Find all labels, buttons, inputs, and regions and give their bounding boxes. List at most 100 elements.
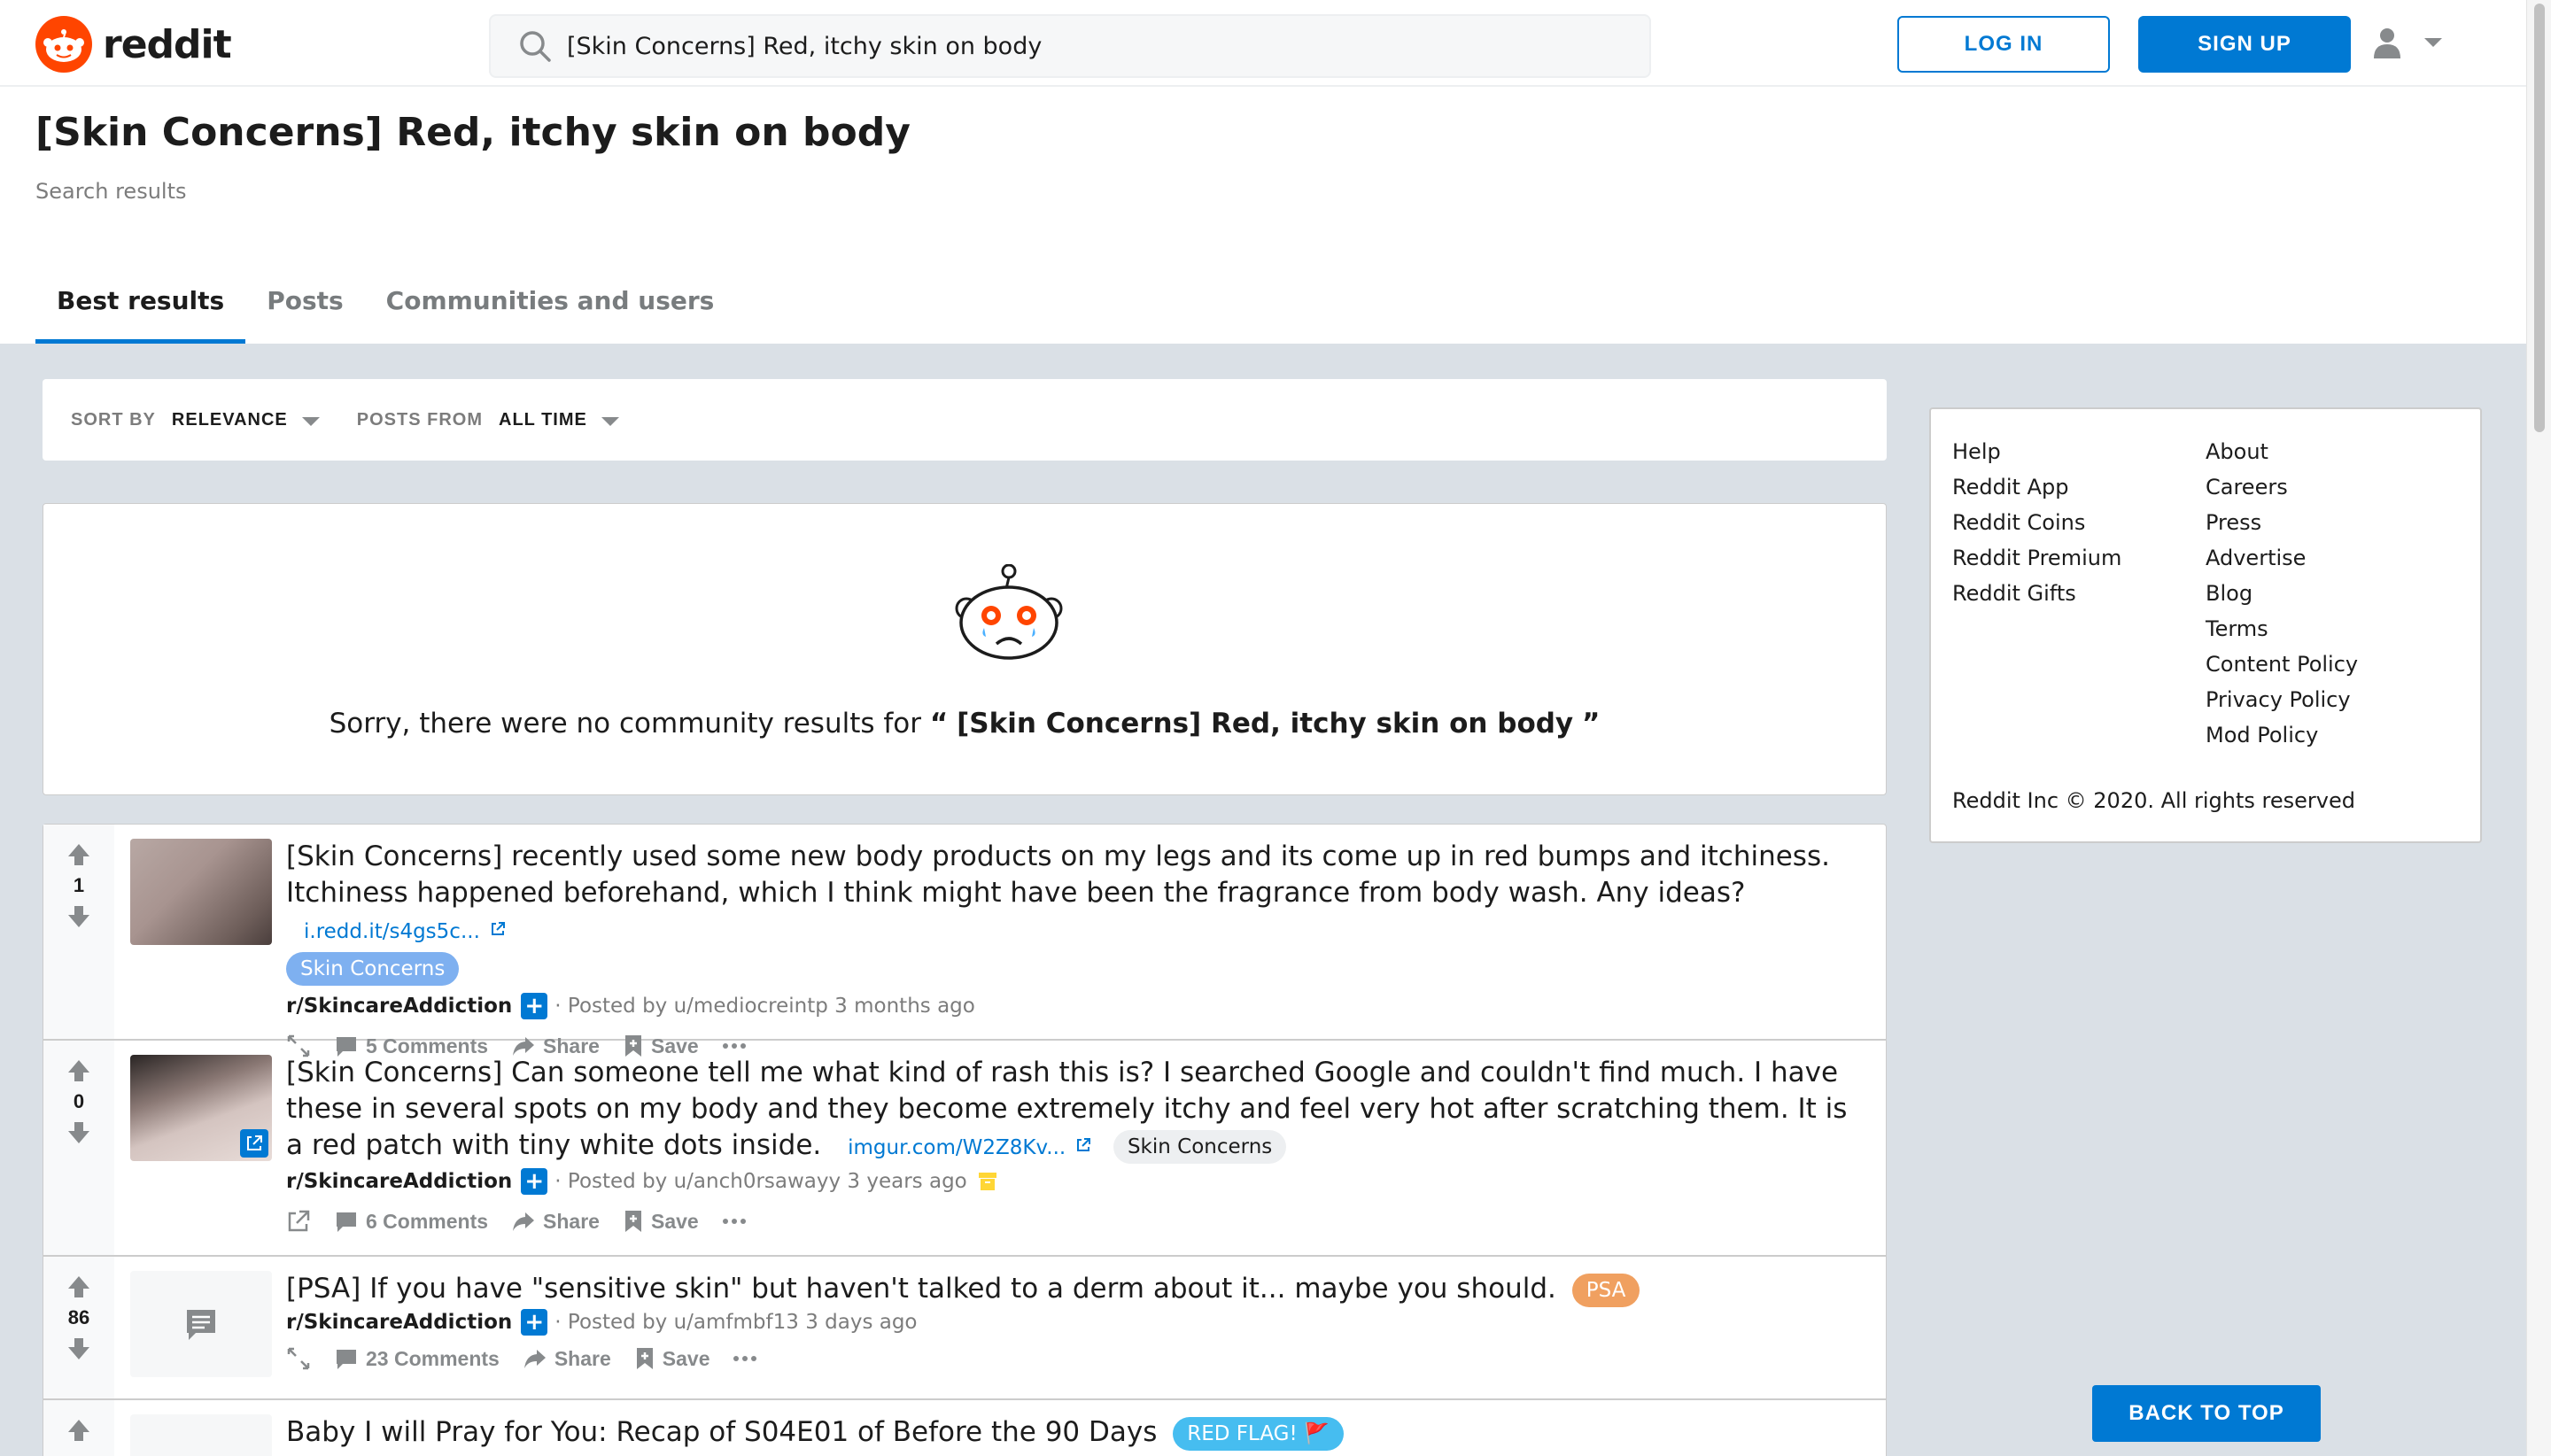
text-post-thumbnail[interactable]: [130, 1414, 272, 1456]
back-to-top-button[interactable]: BACK TO TOP: [2092, 1385, 2321, 1442]
comments-button[interactable]: 6 Comments: [334, 1209, 488, 1234]
vote-column: 1: [43, 825, 114, 1039]
no-results-prefix: Sorry, there were no community results f…: [329, 708, 922, 740]
footer-link-help[interactable]: Help: [1952, 434, 2121, 469]
upvote-arrow-icon[interactable]: [66, 1274, 91, 1299]
posts-from-label: POSTS FROM: [356, 409, 484, 430]
post-item[interactable]: Baby I will Pray for You: Recap of S04E0…: [43, 1400, 1886, 1456]
sort-by-dropdown[interactable]: RELEVANCE: [172, 410, 288, 430]
footer-link-about[interactable]: About: [2206, 434, 2358, 469]
chevron-down-icon[interactable]: [601, 417, 619, 426]
chevron-down-icon[interactable]: [301, 417, 320, 426]
save-button[interactable]: Save: [623, 1209, 699, 1234]
comments-label: 23 Comments: [366, 1346, 500, 1370]
more-options-button[interactable]: [733, 1355, 757, 1362]
top-header: reddit LOG IN SIGN UP: [0, 0, 2526, 87]
bookmark-icon: [624, 1211, 641, 1232]
reddit-snoo-icon: [35, 16, 92, 73]
reddit-logo[interactable]: reddit: [35, 16, 232, 73]
tab-best-results[interactable]: Best results: [35, 280, 246, 344]
post-flair[interactable]: Skin Concerns: [286, 952, 460, 986]
post-content: [Skin Concerns] recently used some new b…: [286, 839, 1868, 1058]
share-icon: [513, 1212, 535, 1231]
post-thumbnail[interactable]: [130, 839, 272, 945]
tab-communities-users[interactable]: Communities and users: [365, 280, 736, 344]
post-title[interactable]: [Skin Concerns] recently used some new b…: [286, 840, 1830, 909]
subreddit-link[interactable]: r/SkincareAddiction: [286, 995, 512, 1018]
upvote-arrow-icon[interactable]: [66, 842, 91, 867]
vote-column: 0: [43, 1041, 114, 1255]
join-subreddit-button[interactable]: +: [521, 993, 548, 1019]
post-item[interactable]: 1 [Skin Concerns] recently used some new…: [43, 825, 1886, 1057]
post-flair[interactable]: Skin Concerns: [1113, 1129, 1287, 1164]
external-link-icon[interactable]: [489, 920, 507, 938]
post-item[interactable]: 0 [Skin Concerns] Can someone tell me wh…: [43, 1041, 1886, 1257]
share-button[interactable]: Share: [511, 1209, 600, 1234]
signup-button[interactable]: SIGN UP: [2138, 16, 2351, 73]
post-title[interactable]: Baby I will Pray for You: Recap of S04E0…: [286, 1416, 1157, 1448]
footer-link-advertise[interactable]: Advertise: [2206, 540, 2358, 576]
share-label: Share: [543, 1209, 600, 1233]
reddit-wordmark: reddit: [103, 21, 232, 67]
upvote-arrow-icon[interactable]: [66, 1418, 91, 1443]
external-link-icon: [288, 1210, 310, 1232]
search-bar[interactable]: [489, 14, 1651, 78]
join-subreddit-button[interactable]: +: [521, 1309, 548, 1336]
footer-link-content-policy[interactable]: Content Policy: [2206, 647, 2358, 682]
footer-link-terms[interactable]: Terms: [2206, 611, 2358, 647]
post-external-link[interactable]: i.redd.it/s4gs5c...: [304, 920, 480, 943]
footer-link-reddit-premium[interactable]: Reddit Premium: [1952, 540, 2121, 576]
footer-link-privacy-policy[interactable]: Privacy Policy: [2206, 682, 2358, 717]
downvote-arrow-icon[interactable]: [66, 1120, 91, 1145]
tab-posts[interactable]: Posts: [245, 280, 364, 344]
login-button[interactable]: LOG IN: [1897, 16, 2110, 73]
share-button[interactable]: Share: [523, 1346, 611, 1371]
no-results-query: [Skin Concerns] Red, itchy skin on body: [957, 708, 1574, 740]
user-dropdown[interactable]: [2372, 27, 2443, 58]
footer-link-press[interactable]: Press: [2206, 505, 2358, 540]
more-options-button[interactable]: [722, 1218, 747, 1225]
posts-from-dropdown[interactable]: ALL TIME: [499, 410, 587, 430]
more-options-icon: [733, 1356, 757, 1361]
open-quote: “: [929, 708, 949, 740]
post-item[interactable]: 86 [PSA] If you have "sensitive skin" bu…: [43, 1257, 1886, 1400]
user-icon: [2374, 28, 2400, 58]
footer-link-blog[interactable]: Blog: [2206, 576, 2358, 611]
join-subreddit-button[interactable]: +: [521, 1168, 548, 1195]
post-title-block[interactable]: [Skin Concerns] Can someone tell me what…: [286, 1055, 1868, 1166]
downvote-arrow-icon[interactable]: [66, 904, 91, 929]
footer-link-mod-policy[interactable]: Mod Policy: [2206, 717, 2358, 753]
footer-link-reddit-gifts[interactable]: Reddit Gifts: [1952, 576, 2121, 611]
expand-button[interactable]: [286, 1346, 311, 1371]
external-link-icon[interactable]: [1074, 1136, 1092, 1154]
share-label: Share: [554, 1346, 611, 1370]
search-input[interactable]: [567, 32, 1586, 60]
footer-link-careers[interactable]: Careers: [2206, 469, 2358, 505]
footer-link-reddit-coins[interactable]: Reddit Coins: [1952, 505, 2121, 540]
subreddit-link[interactable]: r/SkincareAddiction: [286, 1311, 512, 1334]
post-flair[interactable]: RED FLAG! 🚩: [1173, 1416, 1344, 1451]
post-external-link[interactable]: imgur.com/W2Z8Kv...: [848, 1136, 1066, 1159]
post-title-block[interactable]: Baby I will Pray for You: Recap of S04E0…: [286, 1414, 1868, 1451]
comment-icon: [337, 1350, 356, 1369]
page-scrollbar[interactable]: [2526, 0, 2551, 1456]
post-title-block[interactable]: [Skin Concerns] recently used some new b…: [286, 839, 1868, 950]
subreddit-link[interactable]: r/SkincareAddiction: [286, 1170, 512, 1193]
no-results-message: Sorry, there were no community results f…: [43, 708, 1886, 740]
open-link-button[interactable]: [286, 1209, 311, 1234]
post-title-block[interactable]: [PSA] If you have "sensitive skin" but h…: [286, 1271, 1868, 1307]
footer-links-card: Help Reddit App Reddit Coins Reddit Prem…: [1929, 407, 2482, 843]
post-title[interactable]: [PSA] If you have "sensitive skin" but h…: [286, 1273, 1556, 1305]
post-flair[interactable]: PSA: [1571, 1273, 1640, 1307]
post-title[interactable]: [Skin Concerns] Can someone tell me what…: [286, 1057, 1847, 1161]
upvote-arrow-icon[interactable]: [66, 1058, 91, 1083]
downvote-arrow-icon[interactable]: [66, 1336, 91, 1361]
post-thumbnail[interactable]: [130, 1055, 272, 1161]
expand-icon: [287, 1347, 310, 1370]
footer-link-reddit-app[interactable]: Reddit App: [1952, 469, 2121, 505]
save-button[interactable]: Save: [634, 1346, 709, 1371]
comments-button[interactable]: 23 Comments: [334, 1346, 500, 1371]
scrollbar-thumb[interactable]: [2534, 4, 2545, 432]
text-post-thumbnail[interactable]: [130, 1271, 272, 1377]
post-meta: r/SkincareAddiction + · Posted by u/anch…: [286, 1166, 1868, 1197]
